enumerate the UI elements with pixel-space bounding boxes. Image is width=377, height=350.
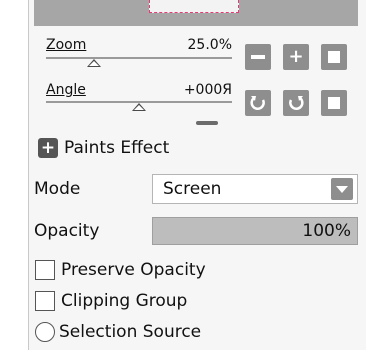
preserve-opacity-option[interactable]: Preserve Opacity [35, 260, 206, 280]
clipping-group-checkbox[interactable] [35, 291, 55, 311]
zoom-label: Zoom [46, 37, 87, 53]
paints-effect-title: Paints Effect [64, 138, 170, 158]
rotate-right-icon [289, 96, 304, 110]
panel-divider [28, 0, 29, 350]
minus-icon [251, 55, 265, 59]
angle-value: +000Я [183, 82, 232, 98]
zoom-slider-thumb[interactable] [87, 59, 102, 67]
zoom-reset-button[interactable] [321, 44, 347, 70]
paints-effect-header[interactable]: + Paints Effect [38, 138, 169, 158]
plus-icon: + [288, 46, 304, 67]
zoom-value: 25.0% [187, 37, 232, 53]
panel-resize-grip[interactable] [196, 121, 218, 125]
chevron-down-icon[interactable] [331, 178, 353, 200]
expand-icon[interactable]: + [38, 138, 58, 158]
rotate-right-button[interactable] [283, 90, 309, 116]
selection-source-label: Selection Source [59, 322, 202, 342]
selection-source-radio[interactable] [35, 322, 55, 342]
navigator-viewport-frame[interactable] [149, 0, 239, 13]
selection-source-option[interactable]: Selection Source [35, 322, 201, 342]
mode-value: Screen [163, 179, 222, 199]
square-icon [328, 51, 340, 63]
zoom-out-button[interactable] [245, 44, 271, 70]
zoom-slider-track[interactable] [46, 57, 232, 59]
zoom-in-button[interactable]: + [283, 44, 309, 70]
opacity-value: 100% [302, 221, 351, 241]
preserve-opacity-label: Preserve Opacity [61, 260, 206, 280]
rotate-left-icon [250, 96, 265, 110]
opacity-label: Opacity [34, 221, 100, 241]
mode-label: Mode [34, 179, 81, 199]
rotate-left-button[interactable] [245, 90, 271, 116]
opacity-slider[interactable]: 100% [152, 217, 358, 245]
square-icon [328, 97, 340, 109]
clipping-group-label: Clipping Group [61, 291, 188, 311]
mode-select[interactable]: Screen [152, 174, 358, 204]
angle-reset-button[interactable] [321, 90, 347, 116]
clipping-group-option[interactable]: Clipping Group [35, 291, 187, 311]
navigator-preview[interactable] [34, 0, 358, 26]
angle-slider-thumb[interactable] [132, 103, 146, 111]
angle-label: Angle [46, 82, 86, 98]
preserve-opacity-checkbox[interactable] [35, 260, 55, 280]
